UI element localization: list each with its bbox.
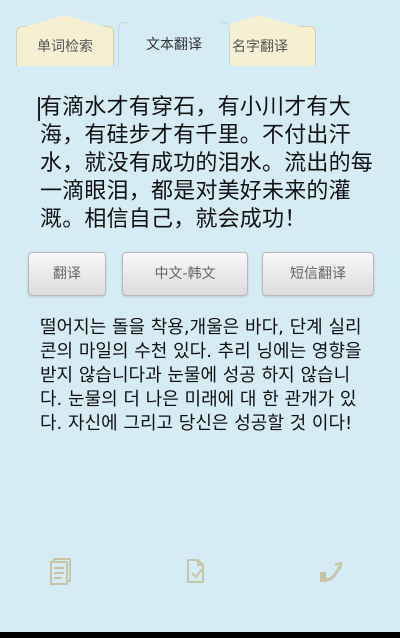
tab-cap xyxy=(25,15,105,27)
document-list-icon[interactable] xyxy=(48,556,76,586)
tab-label: 名字翻译 xyxy=(232,38,288,55)
tab-bar: 单词检索 名字翻译 文本翻译 xyxy=(0,0,400,66)
sms-translate-button[interactable]: 短信翻译 xyxy=(262,252,374,296)
tab-cap xyxy=(220,15,300,27)
language-direction-button[interactable]: 中文-韩文 xyxy=(122,252,248,296)
share-icon[interactable] xyxy=(316,556,344,586)
tab-label: 文本翻译 xyxy=(146,36,202,53)
bottom-toolbar xyxy=(0,548,400,598)
tab-label: 单词检索 xyxy=(37,38,93,55)
tab-text-translate[interactable]: 文本翻译 xyxy=(118,9,230,66)
system-bar xyxy=(0,632,400,638)
source-text-input[interactable]: 有滴水才有穿石，有小川才有大海，有硅步才有千里。不付出汗水，就没有成功的泪水。流… xyxy=(40,94,390,234)
translation-result: 떨어지는 돌을 착용,개울은 바다, 단계 실리콘의 마일의 수천 있다. 추리… xyxy=(40,317,362,434)
tab-word-search[interactable]: 单词检索 xyxy=(16,15,114,66)
paste-icon[interactable] xyxy=(182,556,210,586)
tab-cap xyxy=(126,9,222,23)
translate-button[interactable]: 翻译 xyxy=(28,252,106,296)
